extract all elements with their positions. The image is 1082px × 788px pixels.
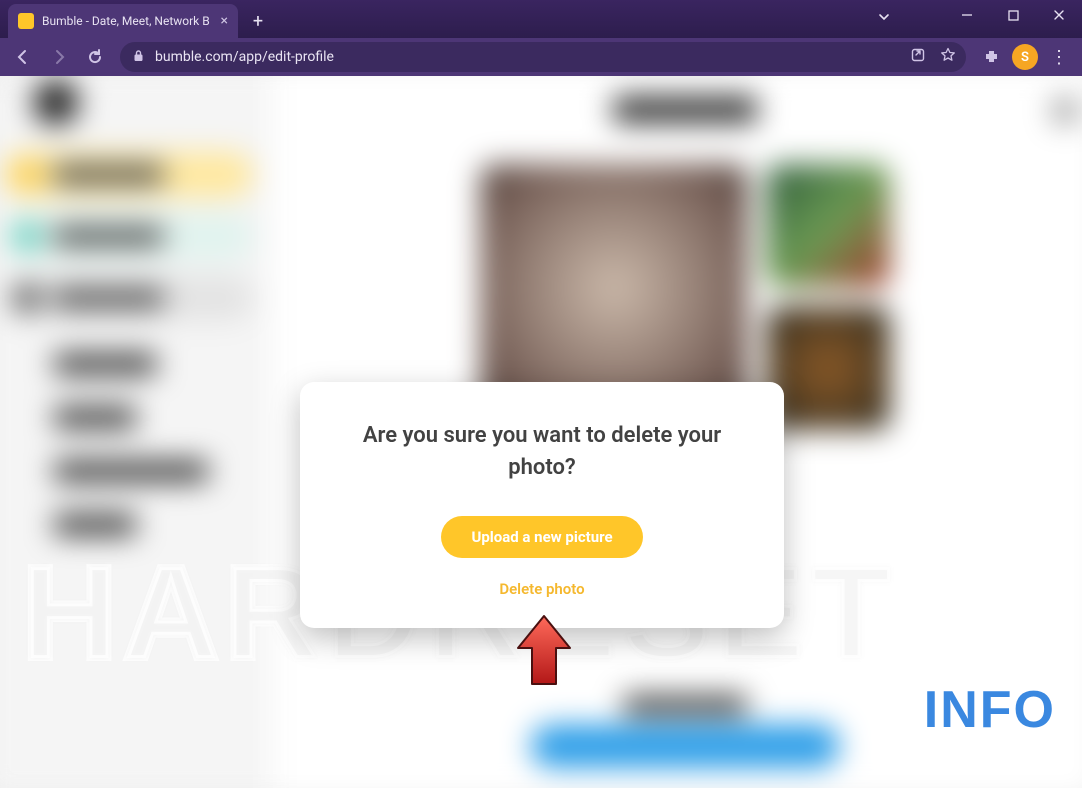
- share-icon[interactable]: [910, 47, 926, 67]
- forward-button[interactable]: [42, 42, 76, 72]
- modal-title: Are you sure you want to delete your pho…: [336, 420, 748, 484]
- tab-title: Bumble - Date, Meet, Network B: [42, 14, 213, 28]
- url-bar[interactable]: bumble.com/app/edit-profile: [120, 42, 966, 72]
- window-controls: [944, 0, 1082, 30]
- new-tab-button[interactable]: +: [244, 7, 272, 35]
- close-window-button[interactable]: [1036, 0, 1082, 30]
- lock-icon: [132, 49, 145, 66]
- back-button[interactable]: [6, 42, 40, 72]
- minimize-button[interactable]: [944, 0, 990, 30]
- delete-photo-button[interactable]: Delete photo: [499, 580, 584, 598]
- upload-new-picture-button[interactable]: Upload a new picture: [441, 516, 642, 558]
- maximize-button[interactable]: [990, 0, 1036, 30]
- window-titlebar: Bumble - Date, Meet, Network B × +: [0, 0, 1082, 38]
- page-viewport: HARDRESET INFO Are you sure you want to …: [0, 76, 1082, 788]
- watermark-sub: INFO: [924, 680, 1056, 740]
- star-icon[interactable]: [940, 47, 956, 67]
- address-bar-row: bumble.com/app/edit-profile S ⋮: [0, 38, 1082, 76]
- url-text: bumble.com/app/edit-profile: [155, 49, 334, 65]
- bumble-favicon: [18, 13, 34, 29]
- delete-photo-modal: Are you sure you want to delete your pho…: [300, 382, 784, 628]
- reload-button[interactable]: [78, 42, 112, 72]
- close-tab-icon[interactable]: ×: [221, 13, 228, 29]
- extensions-icon[interactable]: [974, 42, 1008, 72]
- chevron-down-icon[interactable]: [870, 5, 898, 29]
- profile-avatar[interactable]: S: [1008, 42, 1042, 72]
- kebab-menu-icon[interactable]: ⋮: [1042, 42, 1076, 72]
- browser-tab[interactable]: Bumble - Date, Meet, Network B ×: [8, 4, 238, 38]
- avatar-letter: S: [1012, 44, 1038, 70]
